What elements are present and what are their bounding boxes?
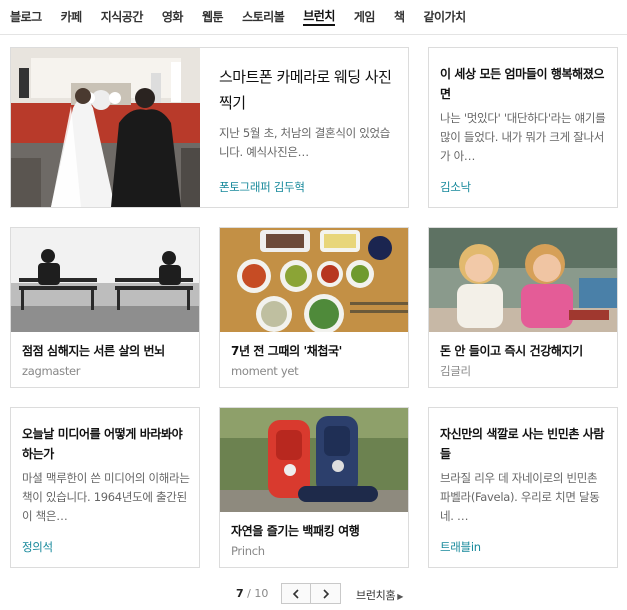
article-card-featured[interactable]: 스마트폰 카메라로 웨딩 사진 찍기 지난 5월 초, 처남의 결혼식이 있었습… bbox=[10, 47, 409, 208]
brunch-home-link[interactable]: 브런치홈 ▶ bbox=[356, 587, 403, 603]
nav-item-game[interactable]: 게임 bbox=[354, 8, 376, 26]
card-title[interactable]: 자신만의 색깔로 사는 빈민촌 사람들 bbox=[440, 424, 609, 464]
nav-item-webtoon[interactable]: 웹툰 bbox=[202, 8, 224, 26]
card-title[interactable]: 7년 전 그때의 '채첩국' bbox=[231, 341, 400, 361]
pagination: 7 / 10 브런치홈 ▶ bbox=[0, 583, 627, 605]
nav-item-movie[interactable]: 영화 bbox=[162, 8, 184, 26]
card-title[interactable]: 이 세상 모든 엄마들이 행복해졌으면 bbox=[440, 64, 609, 104]
current-page: 7 bbox=[236, 587, 244, 600]
nav-item-together[interactable]: 같이가치 bbox=[424, 8, 467, 26]
nav-item-cafe[interactable]: 카페 bbox=[61, 8, 83, 26]
article-card[interactable]: 7년 전 그때의 '채첩국' moment yet bbox=[219, 227, 409, 388]
nav-item-brunch[interactable]: 브런치 bbox=[303, 8, 335, 26]
article-card[interactable]: 자신만의 색깔로 사는 빈민촌 사람들 브라질 리우 데 자네이로의 빈민촌 파… bbox=[428, 407, 618, 568]
nav-divider bbox=[0, 34, 627, 35]
card-description: 브라질 리우 데 자네이로의 빈민촌 파벨라(Favela). 우리로 치면 달… bbox=[440, 471, 600, 523]
top-nav: 블로그 카페 지식공간 영화 웹툰 스토리볼 브런치 게임 책 같이가치 bbox=[10, 8, 627, 26]
card-author[interactable]: 정의석 bbox=[22, 539, 53, 555]
chevron-right-icon bbox=[322, 588, 329, 599]
card-description: 지난 5월 초, 처남의 결혼식이 있었습니다. 예식사진은… bbox=[219, 126, 391, 159]
nav-item-book[interactable]: 책 bbox=[394, 8, 405, 26]
card-author[interactable]: 김소낙 bbox=[440, 179, 471, 195]
card-author[interactable]: 폰토그래퍼 김두혁 bbox=[219, 179, 305, 195]
chevron-left-icon bbox=[292, 588, 299, 599]
page-separator: / bbox=[243, 587, 255, 600]
article-card[interactable]: 점점 심해지는 서른 살의 번뇌 zagmaster bbox=[10, 227, 200, 388]
card-title[interactable]: 돈 안 들이고 즉시 건강해지기 bbox=[440, 341, 609, 361]
bench-photo[interactable] bbox=[11, 228, 199, 332]
card-description: 마셜 맥루한이 쓴 미디어의 이해라는 책이 있습니다. 1964년도에 출간된… bbox=[22, 471, 190, 523]
card-description: 나는 '멋있다' '대단하다'라는 얘기를 많이 들었다. 내가 뭐가 크게 잘… bbox=[440, 111, 606, 163]
card-title[interactable]: 스마트폰 카메라로 웨딩 사진 찍기 bbox=[219, 64, 400, 116]
caret-right-icon: ▶ bbox=[397, 592, 404, 601]
nav-item-blog[interactable]: 블로그 bbox=[10, 8, 42, 26]
next-page-button[interactable] bbox=[311, 583, 341, 604]
card-title[interactable]: 오늘날 미디어를 어떻게 바라봐야 하는가 bbox=[22, 424, 191, 464]
nav-item-knowledge[interactable]: 지식공간 bbox=[101, 8, 144, 26]
backpacks-photo[interactable] bbox=[220, 408, 408, 512]
total-pages: 10 bbox=[254, 587, 269, 600]
article-card[interactable]: 이 세상 모든 엄마들이 행복해졌으면 나는 '멋있다' '대단하다'라는 얘기… bbox=[428, 47, 618, 208]
article-card[interactable]: 자연을 즐기는 백패킹 여행 Princh bbox=[219, 407, 409, 568]
article-card[interactable]: 돈 안 들이고 즉시 건강해지기 김글리 bbox=[428, 227, 618, 388]
nav-item-storyball[interactable]: 스토리볼 bbox=[242, 8, 285, 26]
page-indicator: 7 / 10 bbox=[236, 587, 268, 600]
card-author[interactable]: moment yet bbox=[231, 363, 299, 379]
card-author[interactable]: 김글리 bbox=[440, 363, 471, 379]
wedding-photo[interactable] bbox=[11, 48, 200, 207]
card-title[interactable]: 자연을 즐기는 백패킹 여행 bbox=[231, 521, 400, 541]
article-card[interactable]: 오늘날 미디어를 어떻게 바라봐야 하는가 마셜 맥루한이 쓴 미디어의 이해라… bbox=[10, 407, 200, 568]
card-title[interactable]: 점점 심해지는 서른 살의 번뇌 bbox=[22, 341, 191, 361]
kids-laughing-photo[interactable] bbox=[429, 228, 617, 332]
korean-food-photo[interactable] bbox=[220, 228, 408, 332]
card-author[interactable]: Princh bbox=[231, 543, 265, 559]
card-author[interactable]: zagmaster bbox=[22, 363, 81, 379]
brunch-home-label: 브런치홈 bbox=[356, 589, 396, 602]
card-author[interactable]: 트래블in bbox=[440, 539, 481, 555]
prev-page-button[interactable] bbox=[281, 583, 311, 604]
